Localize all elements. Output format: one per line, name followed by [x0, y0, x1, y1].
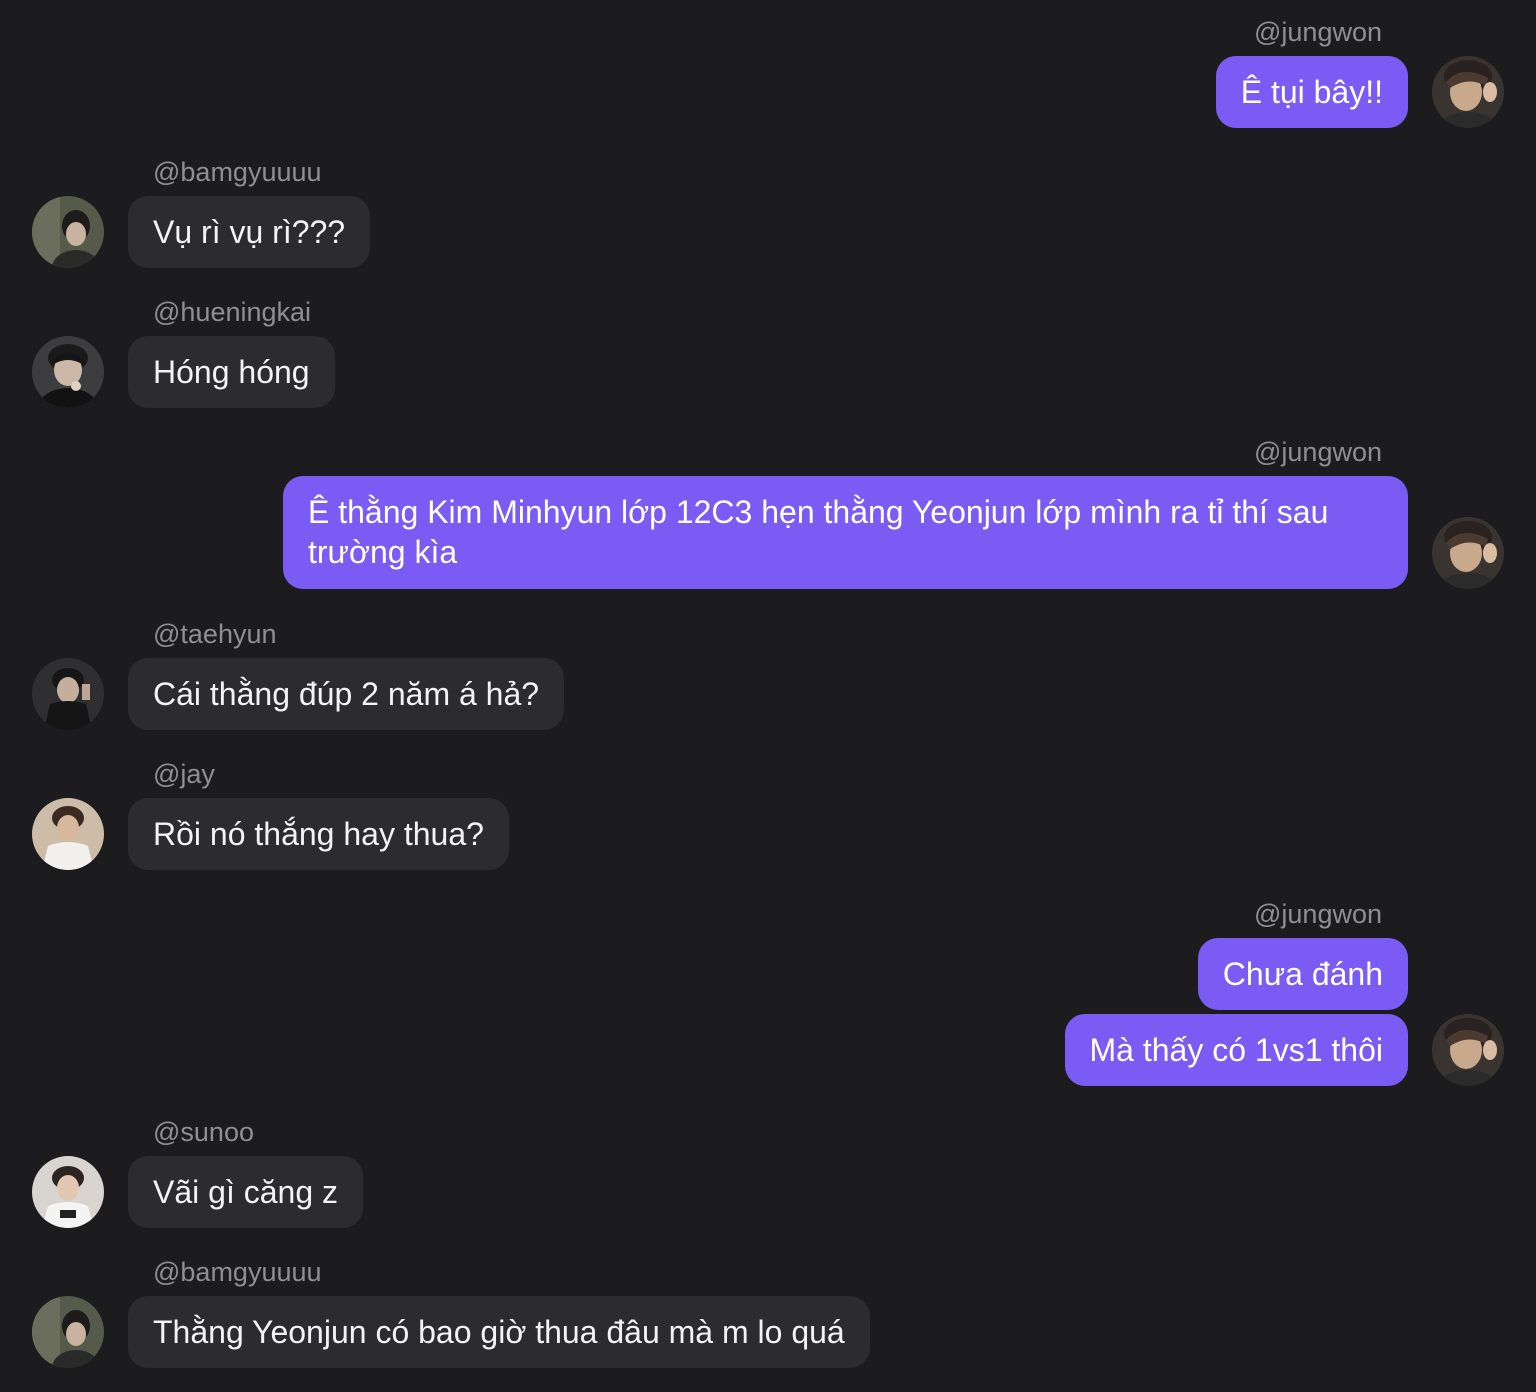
jungwon-avatar-icon[interactable] [1432, 517, 1504, 589]
bamgyuuuu-avatar-icon[interactable] [32, 196, 104, 268]
bamgyuuuu-avatar-icon[interactable] [32, 1296, 104, 1368]
message-bubble-incoming[interactable]: Hóng hóng [128, 336, 335, 408]
sunoo-avatar-icon[interactable] [32, 1156, 104, 1228]
message-bubble-incoming[interactable]: Vụ rì vụ rì??? [128, 196, 371, 268]
jungwon-avatar-icon[interactable] [1432, 1014, 1504, 1086]
message-bubble-outgoing[interactable]: Mà thấy có 1vs1 thôi [1064, 1014, 1408, 1086]
taehyun-avatar-icon[interactable] [32, 658, 104, 730]
message-bubble-incoming[interactable]: Thằng Yeonjun có bao giờ thua đâu mà m l… [128, 1296, 870, 1368]
jungwon-avatar-icon[interactable] [1432, 56, 1504, 128]
username-jungwon: @jungwon [1254, 17, 1382, 47]
chat-thread: @jungwon Ê tụi bây!! @bamgyuuuu Vụ rì vụ… [0, 0, 1536, 1392]
username-taehyun: @taehyun [153, 619, 277, 649]
username-jungwon: @jungwon [1254, 899, 1382, 929]
username-jungwon: @jungwon [1254, 437, 1382, 467]
hueningkai-avatar-icon[interactable] [32, 336, 104, 408]
username-bamgyuuuu: @bamgyuuuu [153, 157, 322, 187]
username-hueningkai: @hueningkai [153, 297, 312, 327]
message-bubble-incoming[interactable]: Rồi nó thắng hay thua? [128, 798, 509, 870]
username-sunoo: @sunoo [153, 1117, 254, 1147]
message-bubble-incoming[interactable]: Vãi gì căng z [128, 1156, 363, 1228]
username-jay: @jay [153, 759, 215, 789]
message-bubble-outgoing[interactable]: Ê tụi bây!! [1215, 56, 1408, 128]
message-bubble-incoming[interactable]: Cái thằng đúp 2 năm á hả? [128, 658, 565, 730]
username-bamgyuuuu: @bamgyuuuu [153, 1257, 322, 1287]
message-bubble-outgoing[interactable]: Ê thằng Kim Minhyun lớp 12C3 hẹn thằng Y… [283, 476, 1408, 589]
message-bubble-outgoing[interactable]: Chưa đánh [1197, 938, 1408, 1010]
jay-avatar-icon[interactable] [32, 798, 104, 870]
